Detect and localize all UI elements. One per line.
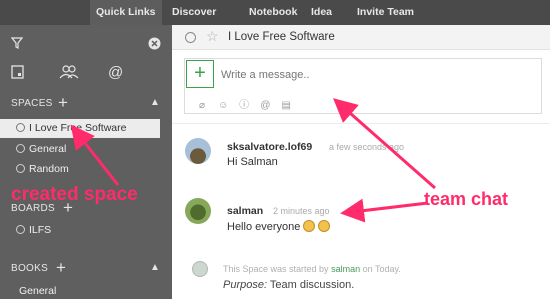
annotation-team-chat: team chat (424, 189, 509, 209)
annotation-arrows (70, 98, 436, 223)
arrow-team-chat-message (340, 198, 429, 223)
annotation-created-space: created space (11, 184, 138, 205)
arrow-created-space (70, 124, 120, 186)
arrow-team-chat-composer (332, 98, 436, 190)
